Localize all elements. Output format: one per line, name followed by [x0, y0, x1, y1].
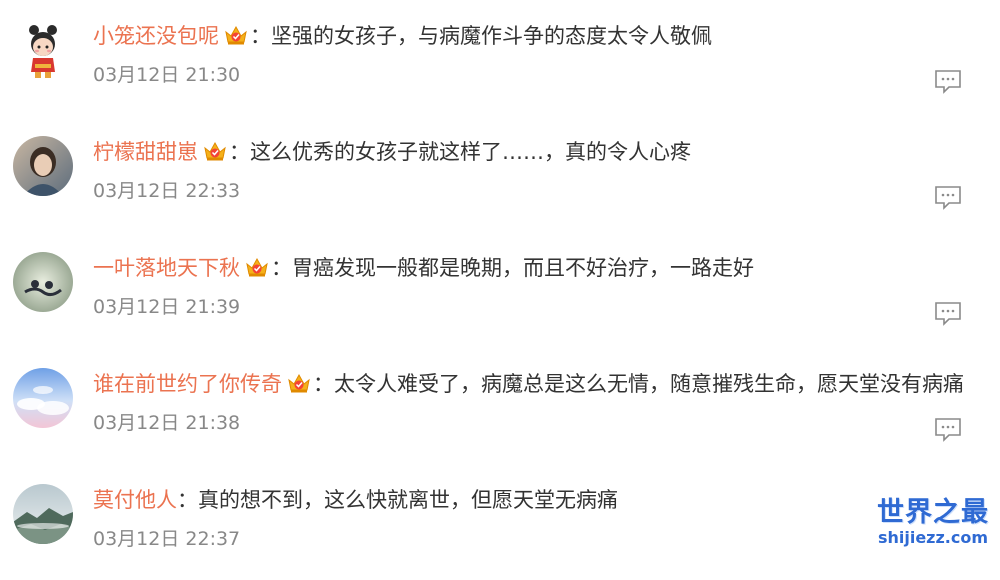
comment-item: 柠檬甜甜崽 ：这么优秀的女孩子就这样了……，真的令人心疼 03月12日 22:3…	[0, 116, 1000, 232]
comment-reply-icon[interactable]	[934, 68, 962, 94]
comment-time: 03月12日 21:30	[93, 64, 241, 86]
vip-crown-icon	[287, 372, 311, 394]
avatar[interactable]	[13, 20, 73, 80]
comment-reply-icon[interactable]	[934, 416, 962, 442]
colon: ：	[271, 256, 292, 280]
comment-item: 小笼还没包呢 ：坚强的女孩子，与病魔作斗争的态度太令人敬佩 03月12日 21:…	[0, 0, 1000, 116]
comment-item: 一叶落地天下秋 ：胃癌发现一般都是晚期，而且不好治疗，一路走好 03月12日 2…	[0, 232, 1000, 348]
comment-time: 03月12日 21:39	[93, 296, 241, 318]
comment-item: 谁在前世约了你传奇 ：太令人难受了，病魔总是这么无情，随意摧残生命，愿天堂没有病…	[0, 348, 1000, 464]
username-link[interactable]: 一叶落地天下秋	[93, 256, 240, 280]
colon: ：	[229, 140, 250, 164]
username-link[interactable]: 柠檬甜甜崽	[93, 140, 198, 164]
comment-line: 莫付他人：真的想不到，这么快就离世，但愿天堂无病痛	[93, 482, 618, 518]
vip-crown-icon	[203, 140, 227, 162]
comment-line: 一叶落地天下秋 ：胃癌发现一般都是晚期，而且不好治疗，一路走好	[93, 250, 754, 286]
comment-text: 胃癌发现一般都是晚期，而且不好治疗，一路走好	[292, 256, 754, 280]
username-link[interactable]: 小笼还没包呢	[93, 24, 219, 48]
comment-reply-icon[interactable]	[934, 300, 962, 326]
comment-text: 这么优秀的女孩子就这样了……，真的令人心疼	[250, 140, 691, 164]
username-link[interactable]: 莫付他人	[93, 488, 177, 512]
comment-reply-icon[interactable]	[934, 184, 962, 210]
comment-text: 坚强的女孩子，与病魔作斗争的态度太令人敬佩	[271, 24, 712, 48]
watermark-title: 世界之最	[877, 497, 989, 528]
username-link[interactable]: 谁在前世约了你传奇	[93, 372, 282, 396]
comment-line: 小笼还没包呢 ：坚强的女孩子，与病魔作斗争的态度太令人敬佩	[93, 18, 712, 54]
comment-time: 03月12日 22:33	[93, 180, 241, 202]
comment-time: 03月12日 22:37	[93, 528, 241, 550]
avatar[interactable]	[13, 252, 73, 312]
comment-item: 莫付他人：真的想不到，这么快就离世，但愿天堂无病痛 03月12日 22:37	[0, 464, 1000, 580]
comment-line: 柠檬甜甜崽 ：这么优秀的女孩子就这样了……，真的令人心疼	[93, 134, 691, 170]
watermark-domain: shijiezz.com	[877, 528, 989, 547]
comment-line: 谁在前世约了你传奇 ：太令人难受了，病魔总是这么无情，随意摧残生命，愿天堂没有病…	[93, 366, 964, 402]
vip-crown-icon	[224, 24, 248, 46]
comment-text: 太令人难受了，病魔总是这么无情，随意摧残生命，愿天堂没有病痛	[334, 372, 964, 396]
watermark-logo: 世界之最 shijiezz.com	[872, 498, 994, 552]
vip-crown-icon	[245, 256, 269, 278]
comment-text: 真的想不到，这么快就离世，但愿天堂无病痛	[198, 488, 618, 512]
colon: ：	[250, 24, 271, 48]
comment-time: 03月12日 21:38	[93, 412, 241, 434]
avatar[interactable]	[13, 484, 73, 544]
avatar[interactable]	[13, 368, 73, 428]
avatar[interactable]	[13, 136, 73, 196]
colon: ：	[177, 488, 198, 512]
colon: ：	[313, 372, 334, 396]
